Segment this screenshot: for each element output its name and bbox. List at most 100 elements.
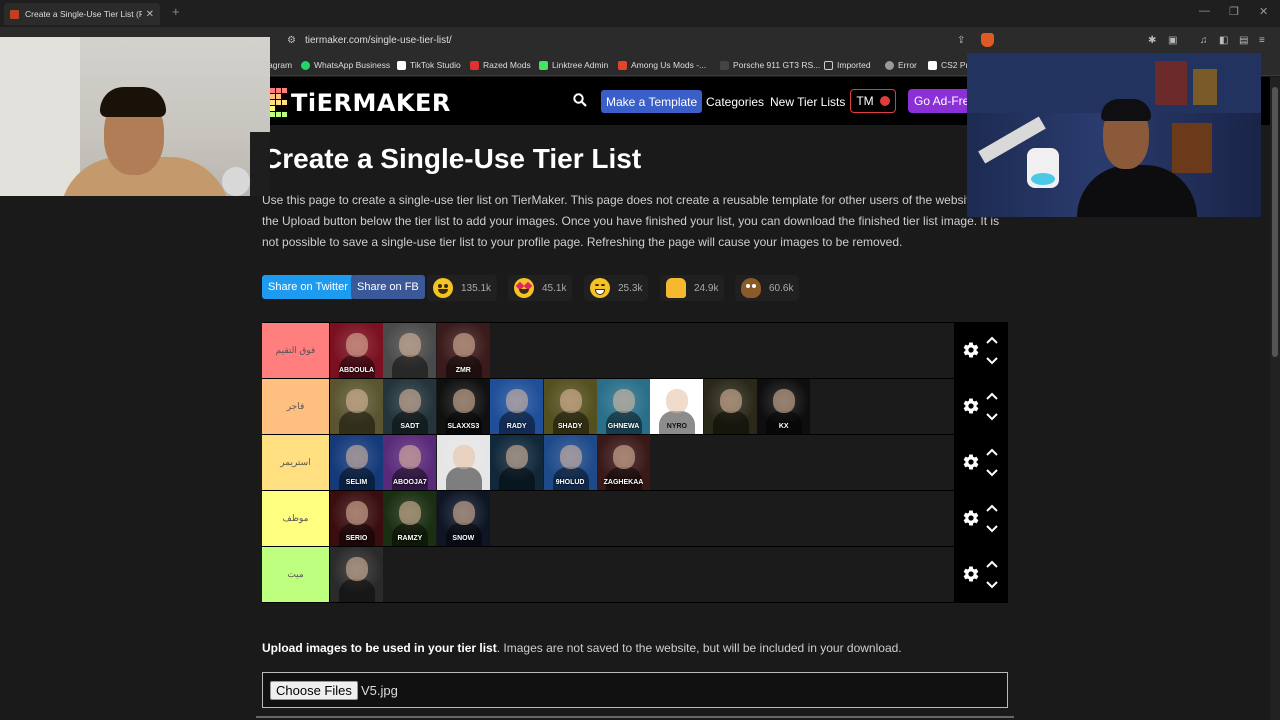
tier-label[interactable]: موظف bbox=[262, 491, 329, 546]
site-settings-icon[interactable]: ⚙ bbox=[287, 35, 296, 46]
music-icon[interactable]: ♫ bbox=[1200, 35, 1208, 46]
tier-label[interactable]: استريمر bbox=[262, 435, 329, 490]
move-down-icon[interactable] bbox=[985, 468, 999, 478]
bookmark-item[interactable]: Among Us Mods -... bbox=[618, 60, 706, 70]
selected-file-name: V5.jpg bbox=[361, 683, 398, 698]
tier-item-image[interactable] bbox=[383, 323, 437, 378]
new-tier-lists-link[interactable]: New Tier Lists bbox=[770, 95, 845, 109]
tier-item-image[interactable] bbox=[330, 547, 383, 602]
sidebar-icon[interactable]: ◧ bbox=[1219, 35, 1228, 46]
tier-item-image[interactable]: SERIO bbox=[330, 491, 383, 546]
reaction-smile-button[interactable]: 135.1k bbox=[427, 275, 498, 301]
item-caption: ABDOULA bbox=[339, 367, 374, 374]
bookmark-folder[interactable]: Imported bbox=[824, 60, 871, 70]
reaction-count: 25.3k bbox=[618, 282, 643, 294]
item-caption: NYRO bbox=[666, 423, 687, 430]
move-down-icon[interactable] bbox=[985, 580, 999, 590]
tier-item-image[interactable] bbox=[703, 379, 757, 434]
gear-icon[interactable] bbox=[962, 397, 980, 415]
tier-item-image[interactable] bbox=[436, 435, 490, 490]
avatar-face bbox=[399, 501, 422, 525]
browser-tab-bar: Create a Single-Use Tier List (Pr ✕ + — … bbox=[0, 0, 1280, 27]
tier-item-image[interactable]: 9HOLUD bbox=[543, 435, 597, 490]
move-down-icon[interactable] bbox=[985, 412, 999, 422]
among-us-icon bbox=[618, 60, 627, 70]
gear-icon[interactable] bbox=[962, 453, 980, 471]
avatar-face bbox=[559, 389, 582, 413]
reaction-poop-button[interactable]: 60.6k bbox=[735, 275, 800, 301]
bookmark-item[interactable]: Error bbox=[885, 60, 917, 70]
wallet-icon[interactable]: ▤ bbox=[1239, 35, 1248, 46]
move-up-icon[interactable] bbox=[985, 447, 999, 457]
tier-item-image[interactable]: SLAXXS3 bbox=[436, 379, 490, 434]
logo-text: TiERMAKER bbox=[291, 88, 451, 117]
gear-icon[interactable] bbox=[962, 341, 980, 359]
move-up-icon[interactable] bbox=[985, 559, 999, 569]
tm-live-button[interactable]: TM bbox=[850, 89, 896, 113]
bookmark-item[interactable]: WhatsApp Business bbox=[301, 60, 390, 70]
close-tab-icon[interactable]: ✕ bbox=[146, 9, 154, 20]
scrollbar[interactable] bbox=[1270, 77, 1280, 720]
tier-item-image[interactable]: ZAGHEKAA bbox=[597, 435, 650, 490]
tier-item-image[interactable]: SHADY bbox=[543, 379, 597, 434]
smile-emoji-icon bbox=[433, 278, 453, 298]
reaction-laugh-button[interactable]: 25.3k bbox=[584, 275, 649, 301]
tier-item-image[interactable]: ZMR bbox=[436, 323, 490, 378]
gear-icon[interactable] bbox=[962, 509, 980, 527]
close-window-icon[interactable]: ✕ bbox=[1259, 5, 1268, 18]
share-facebook-button[interactable]: Share on FB bbox=[351, 275, 425, 299]
tier-label[interactable]: فاجر bbox=[262, 379, 329, 434]
tier-label[interactable]: ميت bbox=[262, 547, 329, 602]
tier-item-image[interactable]: RADY bbox=[490, 379, 544, 434]
tiermaker-logo[interactable]: TiERMAKER bbox=[270, 88, 451, 117]
tier-item-image[interactable]: NYRO bbox=[650, 379, 704, 434]
minimize-icon[interactable]: — bbox=[1199, 5, 1210, 17]
categories-link[interactable]: Categories bbox=[706, 95, 764, 109]
tier-item-image[interactable]: RAMZY bbox=[383, 491, 437, 546]
move-down-icon[interactable] bbox=[985, 356, 999, 366]
reaction-heart-eyes-button[interactable]: 45.1k bbox=[508, 275, 573, 301]
tier-item-image[interactable]: KX bbox=[757, 379, 811, 434]
share-twitter-button[interactable]: Share on Twitter bbox=[262, 275, 354, 299]
bookmark-item[interactable]: TikTok Studio bbox=[397, 60, 461, 70]
tier-item-image[interactable]: ABOOJA7 bbox=[383, 435, 437, 490]
brave-shields-icon[interactable] bbox=[981, 33, 994, 47]
move-up-icon[interactable] bbox=[985, 503, 999, 513]
new-tab-button[interactable]: + bbox=[172, 4, 180, 19]
tier-item-image[interactable]: SNOW bbox=[436, 491, 490, 546]
tier-item-image[interactable] bbox=[490, 435, 544, 490]
tier-controls bbox=[954, 435, 1008, 490]
scrollbar-thumb[interactable] bbox=[1272, 87, 1278, 357]
tier-item-image[interactable]: SADT bbox=[383, 379, 437, 434]
reaction-raised-hands-button[interactable]: 24.9k bbox=[660, 275, 725, 301]
tier-item-image[interactable]: GHNEWA bbox=[597, 379, 650, 434]
restore-icon[interactable]: ❐ bbox=[1229, 5, 1239, 18]
bookmark-item[interactable]: agram bbox=[268, 60, 292, 70]
tier-item-image[interactable]: ABDOULA bbox=[330, 323, 383, 378]
tier-item-image[interactable] bbox=[330, 379, 383, 434]
choose-files-button[interactable]: Choose Files bbox=[270, 681, 358, 700]
item-caption: SELIM bbox=[345, 479, 368, 486]
bookmark-item[interactable]: Razed Mods bbox=[470, 60, 531, 70]
menu-icon[interactable]: ≡ bbox=[1259, 35, 1265, 46]
bookmark-item[interactable]: Linktree Admin bbox=[539, 60, 608, 70]
share-icon[interactable]: ⇪ bbox=[957, 35, 965, 46]
tier-row: موظف SERIO RAMZY SNOW bbox=[262, 490, 1008, 546]
bookmark-label: Error bbox=[898, 60, 917, 70]
file-upload-field[interactable]: Choose Files V5.jpg bbox=[262, 672, 1008, 708]
avatar-face bbox=[613, 445, 635, 469]
make-template-button[interactable]: Make a Template bbox=[601, 90, 703, 113]
move-down-icon[interactable] bbox=[985, 524, 999, 534]
browser-tab[interactable]: Create a Single-Use Tier List (Pr ✕ bbox=[4, 3, 160, 25]
gear-icon[interactable] bbox=[962, 565, 980, 583]
move-up-icon[interactable] bbox=[985, 335, 999, 345]
tier-item-image[interactable]: SELIM bbox=[330, 435, 383, 490]
extensions-icon[interactable]: ✱ bbox=[1148, 35, 1156, 46]
screenshot-icon[interactable]: ▣ bbox=[1168, 35, 1177, 46]
tier-label[interactable]: فوق التقيم bbox=[262, 323, 329, 378]
search-icon[interactable] bbox=[573, 93, 587, 107]
bookmark-item[interactable]: CS2 Pr bbox=[928, 60, 968, 70]
url-text[interactable]: tiermaker.com/single-use-tier-list/ bbox=[305, 35, 452, 46]
move-up-icon[interactable] bbox=[985, 391, 999, 401]
bookmark-item[interactable]: Porsche 911 GT3 RS... bbox=[720, 60, 820, 70]
